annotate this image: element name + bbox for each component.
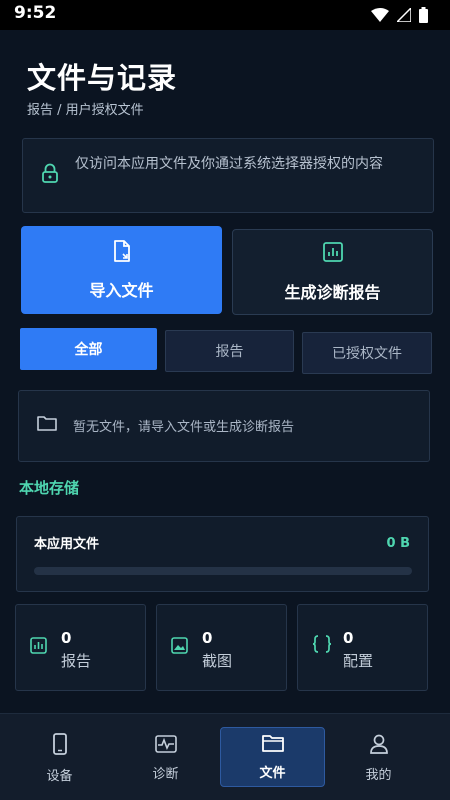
bottom-navigation: 设备 诊断 文件 我的 <box>0 713 450 800</box>
signal-icon <box>397 8 411 22</box>
nav-item-devices[interactable]: 设备 <box>7 728 112 788</box>
stat-card-reports[interactable]: 0 报告 <box>15 604 146 691</box>
report-icon <box>30 637 47 658</box>
nav-label: 我的 <box>365 767 392 783</box>
storage-size: 0 B <box>386 536 410 551</box>
nav-label: 设备 <box>46 768 73 784</box>
image-icon <box>171 637 188 658</box>
tab-authorized-files[interactable]: 已授权文件 <box>302 332 432 374</box>
status-icons <box>371 7 428 23</box>
stat-label: 报告 <box>61 652 92 670</box>
person-icon <box>369 734 388 758</box>
stat-label: 配置 <box>343 652 374 670</box>
report-chart-icon <box>322 241 343 267</box>
nav-item-diagnostics[interactable]: 诊断 <box>113 728 218 788</box>
folder-icon <box>261 734 284 756</box>
empty-state-text: 暂无文件，请导入文件或生成诊断报告 <box>73 420 295 435</box>
storage-progress-bar <box>34 567 412 575</box>
file-import-icon <box>112 239 132 267</box>
stat-label: 截图 <box>202 652 233 670</box>
stat-count: 0 <box>343 629 354 647</box>
folder-icon <box>37 415 57 435</box>
permission-notice: 仅访问本应用文件及你通过系统选择器授权的内容 <box>22 138 434 213</box>
code-braces-icon <box>312 635 332 657</box>
storage-card: 本应用文件 0 B <box>16 516 429 592</box>
nav-item-profile[interactable]: 我的 <box>326 728 431 788</box>
lock-icon <box>41 163 59 187</box>
generate-report-button[interactable]: 生成诊断报告 <box>232 229 433 315</box>
stat-card-configs[interactable]: 0 配置 <box>297 604 428 691</box>
local-storage-title: 本地存储 <box>19 479 80 497</box>
page-header: 文件与记录 报告 / 用户授权文件 <box>27 55 177 118</box>
breadcrumb: 报告 / 用户授权文件 <box>27 103 144 118</box>
status-bar: 9:52 <box>0 0 450 30</box>
notice-text: 仅访问本应用文件及你通过系统选择器授权的内容 <box>75 156 383 172</box>
stat-card-screenshots[interactable]: 0 截图 <box>156 604 287 691</box>
phone-icon <box>52 732 67 759</box>
tab-reports[interactable]: 报告 <box>165 330 294 372</box>
wifi-icon <box>371 8 389 22</box>
import-file-label: 导入文件 <box>89 282 154 300</box>
tab-all[interactable]: 全部 <box>20 328 157 370</box>
page-title: 文件与记录 <box>27 61 178 95</box>
nav-item-files[interactable]: 文件 <box>220 727 325 787</box>
storage-label: 本应用文件 <box>34 537 100 552</box>
empty-state: 暂无文件，请导入文件或生成诊断报告 <box>18 390 430 462</box>
stat-count: 0 <box>61 629 72 647</box>
stat-count: 0 <box>202 629 213 647</box>
nav-label: 诊断 <box>152 766 179 782</box>
status-time: 9:52 <box>14 3 57 23</box>
generate-report-label: 生成诊断报告 <box>284 284 381 302</box>
battery-icon <box>419 7 428 23</box>
nav-label: 文件 <box>259 765 286 781</box>
import-file-button[interactable]: 导入文件 <box>21 226 222 314</box>
pulse-icon <box>154 734 177 757</box>
